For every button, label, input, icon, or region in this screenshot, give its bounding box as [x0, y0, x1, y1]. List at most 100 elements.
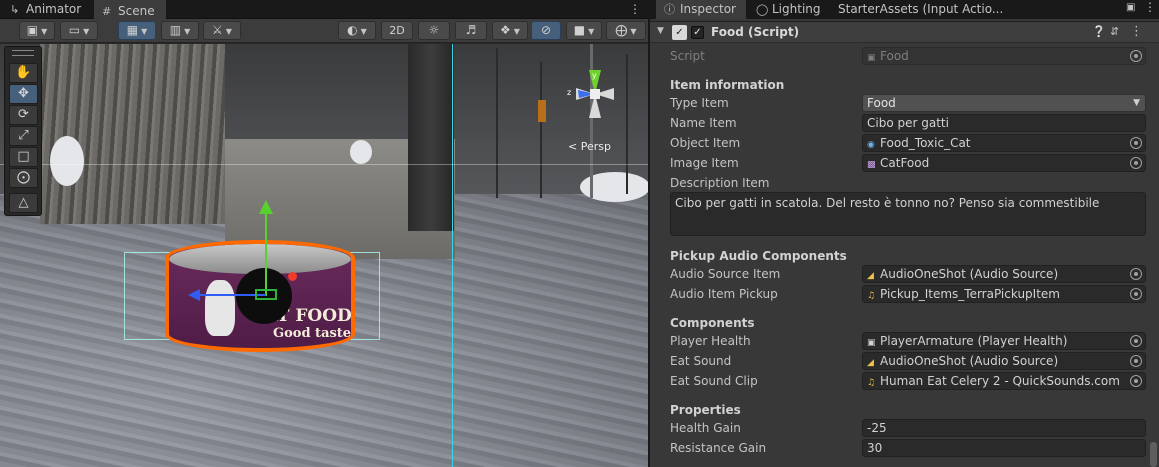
description-item-textarea[interactable]: Cibo per gatti in scatola. Del resto è t… [670, 192, 1146, 236]
scene-window: ↳ Animator # Scene ⋮ ▣ ▼ ▭ ▼ ▦ ▼ ▥ ▼ ⚔ ▼ ◐ ▼ 2D … [0, 0, 648, 467]
perspective-label[interactable]: < Persp [568, 140, 611, 153]
health-gain-input[interactable]: -25 [862, 419, 1146, 437]
object-picker-icon[interactable] [1130, 157, 1142, 169]
snap-toggle[interactable]: ▦ ▼ [118, 21, 156, 40]
sphere-icon: ◐ [347, 23, 358, 37]
tab-scene[interactable]: # Scene [94, 0, 166, 19]
audio-source-item-field[interactable]: ◢ AudioOneShot (Audio Source) [862, 265, 1146, 283]
grid-toggle[interactable]: ▥ ▼ [161, 21, 199, 40]
move-gizmo-y-arrow[interactable] [259, 200, 273, 214]
move-gizmo-x-handle[interactable] [288, 272, 297, 281]
object-picker-icon[interactable] [1130, 50, 1142, 62]
orientation-gizmo[interactable]: z y [566, 66, 624, 124]
left-tab-bar: ↳ Animator # Scene ⋮ [0, 0, 648, 19]
inspector-window: ⓘ Inspector ◯ Lighting StarterAssets (Inpu… [650, 0, 1159, 467]
effects-dropdown[interactable]: ❖ ▼ [492, 21, 528, 40]
snow-patch [50, 136, 84, 186]
scene-menu-kebab-icon[interactable]: ⋮ [628, 0, 642, 19]
resistance-gain-label: Resistance Gain [670, 441, 767, 455]
script-label: Script [670, 49, 705, 63]
axis-z-label: z [567, 88, 571, 97]
object-item-label: Object Item [670, 136, 741, 150]
gizmos-dropdown[interactable]: ⨁ ▼ [606, 21, 646, 40]
rotate-tool-icon[interactable]: ⟳ [9, 105, 38, 125]
player-health-field[interactable]: ▣ PlayerArmature (Player Health) [862, 332, 1146, 350]
animator-icon: ↳ [10, 3, 20, 16]
audio-toggle-icon[interactable]: ♬ [455, 21, 487, 40]
food-script-component-header[interactable]: ▼ ✓ ✓ Food (Script) ❔ ⇵ ⋮ [650, 21, 1159, 43]
move-gizmo-z-arrow[interactable] [188, 289, 200, 301]
scene-visibility-toggle[interactable]: ⊘ [531, 21, 561, 40]
scene-toolbar: ▣ ▼ ▭ ▼ ▦ ▼ ▥ ▼ ⚔ ▼ ◐ ▼ 2D ☼ ♬ ❖ ▼ ⊘ ■ ▼ ⨁ ▼ [0, 19, 648, 43]
object-picker-icon[interactable] [1130, 288, 1142, 300]
image-item-label: Image Item [670, 156, 739, 170]
inspector-menu-kebab-icon[interactable]: ⋮ [1144, 0, 1156, 14]
object-picker-icon[interactable] [1130, 137, 1142, 149]
object-picker-icon[interactable] [1130, 355, 1142, 367]
dark-pillar [408, 44, 454, 231]
health-gain-value: -25 [867, 421, 887, 435]
type-item-row: Type Item Food ▼ [670, 94, 1146, 112]
image-item-field[interactable]: ▩ CatFood [862, 154, 1146, 172]
camera-dropdown[interactable]: ■ ▼ [566, 21, 602, 40]
type-item-value: Food [867, 96, 896, 110]
chevron-down-icon: ▼ [1133, 98, 1140, 108]
object-picker-icon[interactable] [1130, 335, 1142, 347]
inspector-scrollbar[interactable] [1150, 442, 1157, 467]
audio-item-pickup-field[interactable]: ♫ Pickup_Items_TerraPickupItem [862, 285, 1146, 303]
name-item-input[interactable]: Cibo per gatti [862, 114, 1146, 132]
ruler-icon: ⚔ [212, 23, 223, 37]
gizmo-mode-dropdown[interactable]: ▭ ▼ [60, 21, 98, 40]
custom-tool-icon[interactable]: △ [9, 193, 38, 213]
component-menu-kebab-icon[interactable]: ⋮ [1130, 24, 1143, 39]
component-title: Food (Script) [711, 25, 800, 39]
eat-sound-clip-field[interactable]: ♫ Human Eat Celery 2 - QuickSounds.com [862, 372, 1146, 390]
foldout-arrow-icon[interactable]: ▼ [657, 26, 664, 36]
presets-icon[interactable]: ⇵ [1110, 25, 1119, 38]
health-gain-label: Health Gain [670, 421, 741, 435]
script-field: ▣ Food [862, 47, 1146, 65]
move-gizmo-y-axis[interactable] [265, 204, 267, 296]
audio-clip-icon: ♫ [867, 291, 876, 301]
object-item-field[interactable]: ◉ Food_Toxic_Cat [862, 134, 1146, 152]
eat-sound-row: Eat Sound ◢ AudioOneShot (Audio Source) [670, 352, 1146, 370]
type-item-dropdown[interactable]: Food ▼ [862, 94, 1146, 112]
hand-tool-icon[interactable]: ✋ [9, 63, 38, 83]
tab-scene-label: Scene [118, 4, 155, 18]
draw-mode-dropdown[interactable]: ▣ ▼ [19, 21, 55, 40]
tab-lighting[interactable]: ◯ Lighting [748, 0, 829, 19]
lighting-toggle-icon[interactable]: ☼ [418, 21, 450, 40]
audio-item-pickup-label: Audio Item Pickup [670, 287, 778, 301]
audio-source-item-value: AudioOneShot (Audio Source) [880, 267, 1059, 281]
rock-cliff [40, 44, 225, 224]
move-tool-icon[interactable]: ✥ [9, 84, 38, 104]
tab-animator[interactable]: ↳ Animator [2, 0, 89, 19]
drag-handle-icon[interactable] [12, 50, 34, 56]
resistance-gain-input[interactable]: 30 [862, 439, 1146, 457]
increment-snap-dropdown[interactable]: ⚔ ▼ [203, 21, 241, 40]
tab-inspector[interactable]: ⓘ Inspector [656, 0, 746, 19]
pickup-audio-header: Pickup Audio Components [670, 249, 847, 263]
item-information-header: Item information [670, 78, 785, 92]
object-picker-icon[interactable] [1130, 375, 1142, 387]
tree [626, 54, 628, 194]
eat-sound-field[interactable]: ◢ AudioOneShot (Audio Source) [862, 352, 1146, 370]
info-icon: ⓘ [664, 3, 675, 16]
sprite-icon: ▩ [867, 160, 876, 170]
object-item-value: Food_Toxic_Cat [880, 136, 971, 150]
rect-tool-icon[interactable]: □ [9, 147, 38, 167]
tab-starterassets[interactable]: StarterAssets (Input Actio... [830, 0, 1011, 19]
eye-slash-icon: ⊘ [540, 23, 552, 37]
resistance-gain-row: Resistance Gain 30 [670, 439, 1146, 457]
move-gizmo-plane-handle[interactable] [255, 289, 277, 300]
object-picker-icon[interactable] [1130, 268, 1142, 280]
shading-mode-dropdown[interactable]: ◐ ▼ [338, 21, 376, 40]
transform-tool-icon[interactable]: ⨀ [9, 168, 38, 188]
component-enabled-checkbox[interactable]: ✓ [691, 26, 704, 39]
scale-tool-icon[interactable]: ⤢ [9, 126, 38, 146]
help-icon[interactable]: ❔ [1092, 25, 1106, 38]
lock-icon[interactable]: ▣ [1126, 2, 1135, 13]
2d-toggle-button[interactable]: 2D [381, 21, 413, 40]
eat-sound-clip-value: Human Eat Celery 2 - QuickSounds.com [880, 374, 1120, 388]
scene-viewport[interactable]: CAT FOOD Good taste z y < Persp [0, 44, 648, 467]
